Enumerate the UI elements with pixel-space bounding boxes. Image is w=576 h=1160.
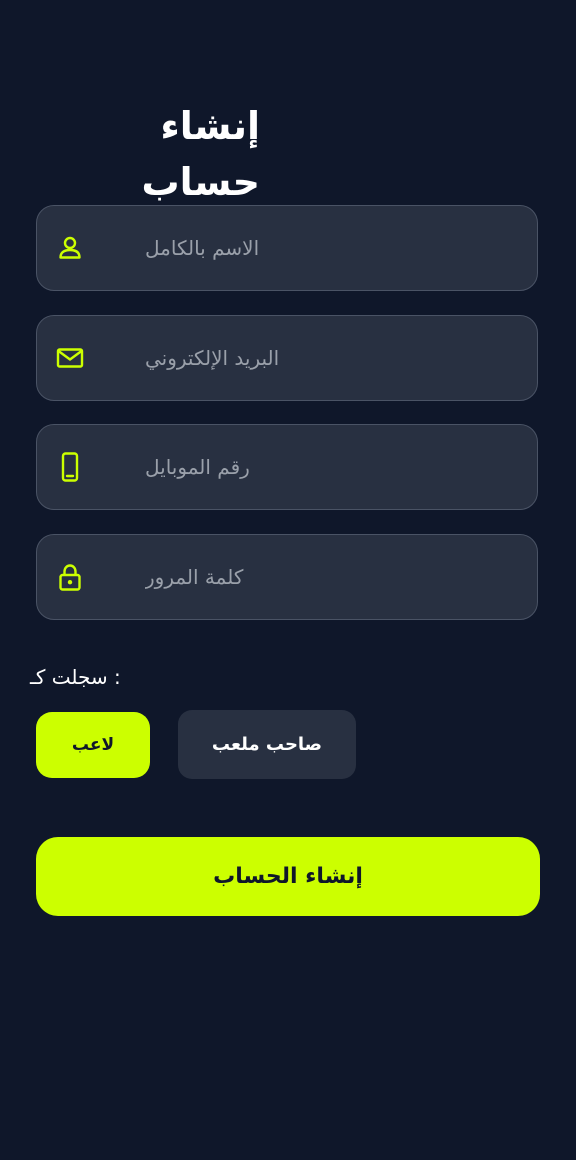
field-owner-role-button[interactable]: صاحب ملعب — [178, 710, 356, 779]
page-title: إنشاء حساب — [141, 104, 260, 204]
email-input[interactable] — [145, 316, 505, 400]
password-input[interactable] — [145, 535, 505, 619]
phone-input[interactable] — [145, 425, 505, 509]
password-field[interactable] — [36, 534, 538, 620]
phone-field[interactable] — [36, 424, 538, 510]
user-icon — [55, 233, 85, 263]
mail-icon — [55, 343, 85, 373]
phone-icon — [55, 452, 85, 482]
email-field[interactable] — [36, 315, 538, 401]
full-name-input[interactable] — [145, 206, 505, 290]
register-as-label: : سجلت كـ — [30, 665, 121, 689]
lock-icon — [55, 562, 85, 592]
full-name-field[interactable] — [36, 205, 538, 291]
player-role-button[interactable]: لاعب — [36, 712, 150, 778]
create-account-button[interactable]: إنشاء الحساب — [36, 837, 540, 916]
